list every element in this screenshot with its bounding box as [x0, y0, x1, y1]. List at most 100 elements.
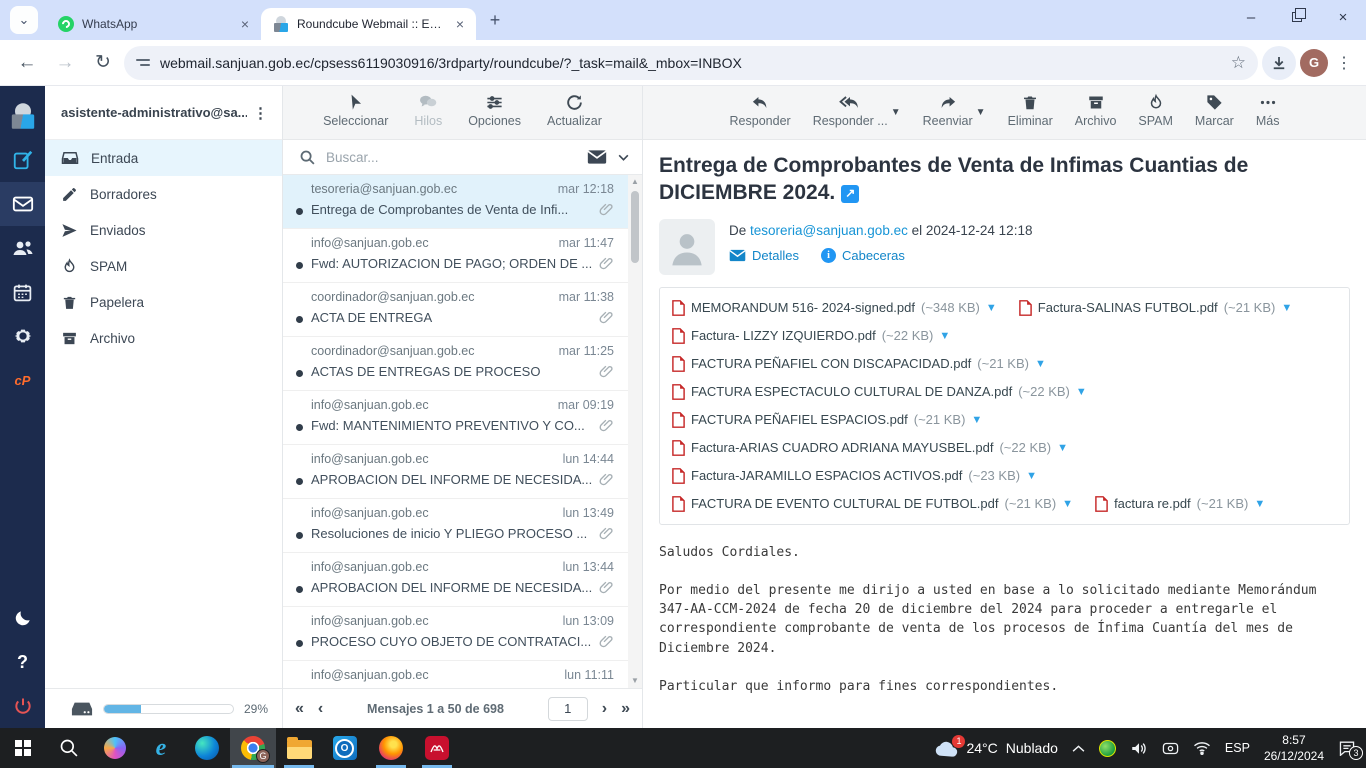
logout-button[interactable] [0, 684, 45, 728]
select-button[interactable]: Seleccionar [323, 93, 388, 128]
site-info-icon[interactable] [136, 59, 150, 66]
rail-contacts-button[interactable] [0, 226, 45, 270]
scrollbar-thumb[interactable] [631, 191, 639, 263]
attachment-menu-caret[interactable]: ▼ [939, 330, 950, 342]
list-item[interactable]: tesoreria@sanjuan.gob.ecmar 12:18 Entreg… [283, 175, 628, 229]
attachment-menu-caret[interactable]: ▼ [1062, 498, 1073, 510]
last-page-button[interactable]: » [621, 700, 630, 718]
search-options-chevron-icon[interactable] [617, 151, 630, 164]
dark-mode-button[interactable] [0, 596, 45, 640]
downloads-button[interactable] [1262, 46, 1296, 80]
attachment-menu-caret[interactable]: ▼ [1076, 386, 1087, 398]
tab-close-icon[interactable]: × [239, 16, 251, 32]
mark-button[interactable]: Marcar [1195, 93, 1234, 128]
first-page-button[interactable]: « [295, 700, 304, 718]
taskbar-chrome-button[interactable]: G [230, 728, 276, 768]
reload-button[interactable]: ↻ [86, 46, 120, 80]
more-button[interactable]: Más [1256, 93, 1280, 128]
refresh-button[interactable]: Actualizar [547, 93, 602, 128]
folder-drafts[interactable]: Borradores [45, 176, 282, 212]
scroll-down-icon[interactable]: ▼ [631, 674, 639, 688]
taskbar-copilot-button[interactable] [92, 728, 138, 768]
attachment-item[interactable]: Factura- LIZZY IZQUIERDO.pdf(~22 KB) ▼ [672, 322, 950, 350]
attachment-menu-caret[interactable]: ▼ [1035, 358, 1046, 370]
new-tab-button[interactable]: + [482, 7, 508, 33]
threads-button[interactable]: Hilos [414, 93, 442, 128]
attachment-item[interactable]: FACTURA ESPECTACULO CULTURAL DE DANZA.pd… [672, 378, 1087, 406]
attachment-item[interactable]: FACTURA PEÑAFIEL ESPACIOS.pdf(~21 KB) ▼ [672, 406, 982, 434]
account-menu-button[interactable]: ⋮ [247, 104, 274, 122]
list-item[interactable]: coordinador@sanjuan.gob.ecmar 11:38 ACTA… [283, 283, 628, 337]
taskbar-search-button[interactable] [46, 728, 92, 768]
notification-center-button[interactable]: 3 [1338, 740, 1356, 756]
list-scrollbar[interactable]: ▲ ▼ [628, 175, 642, 688]
tray-antivirus-icon[interactable] [1099, 740, 1116, 757]
details-link[interactable]: Detalles [729, 248, 799, 263]
reply-all-menu-caret[interactable]: ▼ [891, 107, 901, 118]
help-button[interactable]: ? [0, 640, 45, 684]
scroll-up-icon[interactable]: ▲ [631, 175, 639, 189]
compose-button[interactable] [0, 138, 45, 182]
delete-button[interactable]: Eliminar [1008, 93, 1053, 128]
taskbar-explorer-button[interactable] [276, 728, 322, 768]
page-number-input[interactable] [548, 697, 588, 721]
taskbar-edge-button[interactable] [184, 728, 230, 768]
rail-settings-button[interactable] [0, 314, 45, 358]
list-item[interactable]: coordinador@sanjuan.gob.ecmar 11:25 ACTA… [283, 337, 628, 391]
forward-button[interactable]: → [48, 46, 82, 80]
list-item[interactable]: info@sanjuan.gob.eclun 14:44 APROBACION … [283, 445, 628, 499]
tray-volume-icon[interactable] [1130, 741, 1148, 756]
window-minimize-button[interactable]: – [1228, 0, 1274, 34]
tab-search-button[interactable]: ⌄ [10, 6, 38, 34]
browser-profile-avatar[interactable]: G [1300, 49, 1328, 77]
list-item[interactable]: info@sanjuan.gob.eclun 13:44 APROBACION … [283, 553, 628, 607]
taskbar-outlook-button[interactable] [322, 728, 368, 768]
clock-widget[interactable]: 8:57 26/12/2024 [1264, 732, 1324, 764]
weather-widget[interactable]: 1 24°C Nublado [934, 740, 1057, 757]
attachment-item[interactable]: Factura-ARIAS CUADRO ADRIANA MAYUSBEL.pd… [672, 434, 1068, 462]
reply-button[interactable]: Responder [730, 93, 791, 128]
headers-link[interactable]: i Cabeceras [821, 248, 905, 263]
window-restore-button[interactable] [1274, 0, 1320, 34]
options-button[interactable]: Opciones [468, 93, 521, 128]
keyboard-language[interactable]: ESP [1225, 741, 1250, 755]
list-item[interactable]: info@sanjuan.gob.eclun 13:49 Resolucione… [283, 499, 628, 553]
tab-whatsapp[interactable]: WhatsApp × [46, 8, 261, 40]
attachment-menu-caret[interactable]: ▼ [1281, 302, 1292, 314]
spam-button[interactable]: SPAM [1138, 93, 1173, 128]
forward-button[interactable]: Reenviar [923, 93, 973, 128]
list-item[interactable]: info@sanjuan.gob.ecmar 09:19 Fwd: MANTEN… [283, 391, 628, 445]
prev-page-button[interactable]: ‹ [318, 700, 323, 718]
tray-expand-chevron[interactable] [1072, 744, 1085, 753]
reply-all-button[interactable]: Responder ... [813, 93, 888, 128]
folder-inbox[interactable]: Entrada [45, 140, 282, 176]
next-page-button[interactable]: › [602, 700, 607, 718]
attachment-item[interactable]: FACTURA DE EVENTO CULTURAL DE FUTBOL.pdf… [672, 490, 1073, 518]
attachment-item[interactable]: factura re.pdf(~21 KB) ▼ [1095, 490, 1265, 518]
tab-close-icon[interactable]: × [454, 16, 466, 32]
list-item[interactable]: info@sanjuan.gob.eclun 13:09 PROCESO CUY… [283, 607, 628, 661]
cpanel-link[interactable]: cP [0, 358, 45, 402]
attachment-menu-caret[interactable]: ▼ [971, 414, 982, 426]
start-button[interactable] [0, 728, 46, 768]
back-button[interactable]: ← [10, 46, 44, 80]
folder-sent[interactable]: Enviados [45, 212, 282, 248]
attachment-item[interactable]: Factura-SALINAS FUTBOL.pdf(~21 KB) ▼ [1019, 294, 1292, 322]
taskbar-acrobat-button[interactable] [414, 728, 460, 768]
tab-roundcube[interactable]: Roundcube Webmail :: Entrada × [261, 8, 476, 40]
attachment-menu-caret[interactable]: ▼ [1026, 470, 1037, 482]
taskbar-ie-button[interactable]: e [138, 728, 184, 768]
browser-menu-button[interactable]: ⋮ [1332, 53, 1356, 73]
address-bar[interactable]: webmail.sanjuan.gob.ec/cpsess6119030916/… [124, 46, 1258, 80]
window-close-button[interactable]: × [1320, 0, 1366, 34]
attachment-menu-caret[interactable]: ▼ [1254, 498, 1265, 510]
bookmark-star-icon[interactable]: ☆ [1231, 53, 1246, 73]
attachment-item[interactable]: FACTURA PEÑAFIEL CON DISCAPACIDAD.pdf(~2… [672, 350, 1046, 378]
folder-archive[interactable]: Archivo [45, 320, 282, 356]
list-item[interactable]: info@sanjuan.gob.eclun 11:11 [283, 661, 628, 688]
list-item[interactable]: info@sanjuan.gob.ecmar 11:47 Fwd: AUTORI… [283, 229, 628, 283]
tray-meet-now-icon[interactable] [1162, 741, 1179, 756]
open-in-new-window-icon[interactable]: ↗ [841, 185, 859, 203]
attachment-item[interactable]: MEMORANDUM 516- 2024-signed.pdf(~348 KB)… [672, 294, 997, 322]
folder-spam[interactable]: SPAM [45, 248, 282, 284]
